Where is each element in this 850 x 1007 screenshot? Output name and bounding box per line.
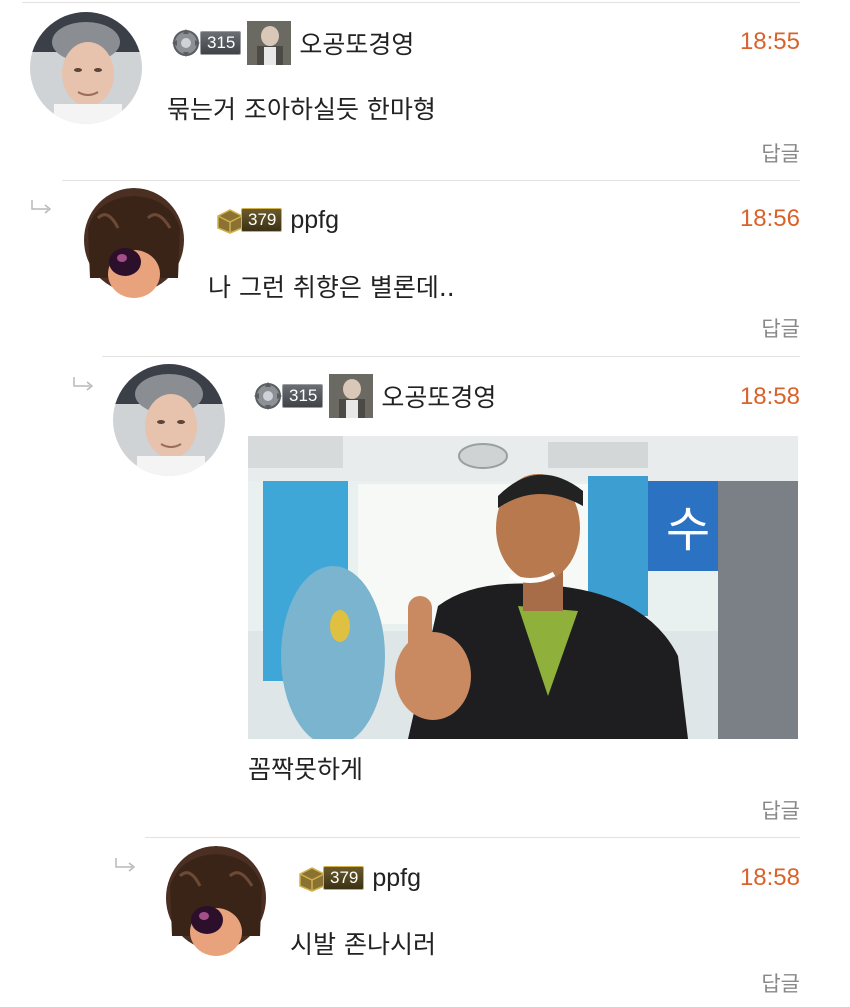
svg-text:수: 수 <box>666 502 710 558</box>
comment-divider <box>145 837 800 838</box>
reply-button[interactable]: 답글 <box>761 795 800 825</box>
reply-arrow-icon <box>115 858 136 872</box>
comment-divider <box>102 356 800 357</box>
level-number: 315 <box>200 31 242 55</box>
comment-meta: 315 오공또경영 <box>170 21 414 65</box>
avatar[interactable] <box>113 364 225 476</box>
level-number: 379 <box>323 866 365 890</box>
reply-button[interactable]: 답글 <box>761 313 800 343</box>
reply-arrow-icon <box>73 377 94 391</box>
avatar[interactable] <box>160 846 272 958</box>
comment-text: 꼼짝못하게 <box>248 755 364 784</box>
level-badge: 379 <box>215 206 283 234</box>
attached-photo[interactable]: 수 <box>248 436 798 739</box>
silver-gear-icon <box>172 29 200 57</box>
level-badge: 315 <box>170 29 242 57</box>
comment-meta: 379 ppfg <box>297 860 421 896</box>
user-icon-photo <box>247 21 292 65</box>
comment-meta: 315 오공또경영 <box>252 374 496 418</box>
reply-button[interactable]: 답글 <box>761 968 800 998</box>
comment-text: 나 그런 취향은 별론데.. <box>208 273 455 302</box>
avatar[interactable] <box>30 12 142 124</box>
reply-arrow-icon <box>31 200 52 214</box>
nickname[interactable]: 오공또경영 <box>299 25 414 61</box>
nickname[interactable]: 오공또경영 <box>381 378 496 414</box>
avatar[interactable] <box>78 188 190 300</box>
level-badge: 379 <box>297 864 365 892</box>
level-badge: 315 <box>252 382 324 410</box>
comment-text: 시발 존나시러 <box>290 930 436 959</box>
level-number: 315 <box>282 384 324 408</box>
user-icon-photo <box>329 374 374 418</box>
comment-divider <box>62 180 800 181</box>
nickname[interactable]: ppfg <box>372 864 421 893</box>
level-number: 379 <box>241 208 283 232</box>
timestamp: 18:56 <box>739 205 800 232</box>
nickname[interactable]: ppfg <box>290 206 339 235</box>
reply-button[interactable]: 답글 <box>761 138 800 168</box>
silver-gear-icon <box>254 382 282 410</box>
timestamp: 18:58 <box>739 864 800 891</box>
comment-meta: 379 ppfg <box>215 202 339 238</box>
comment-divider <box>22 2 800 3</box>
timestamp: 18:58 <box>739 383 800 410</box>
comment-text: 묶는거 조아하실듯 한마형 <box>167 95 436 124</box>
timestamp: 18:55 <box>739 28 800 55</box>
